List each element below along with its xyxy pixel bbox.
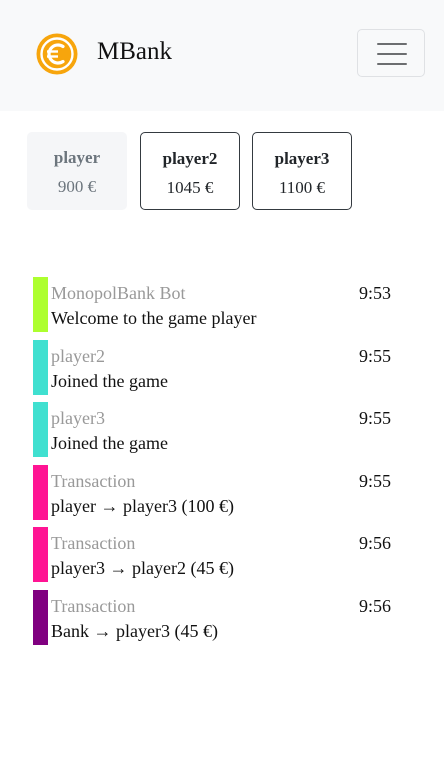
message-color-stripe	[33, 402, 48, 457]
message-color-stripe	[33, 589, 48, 645]
message-item: Transaction player → player3 (100 €) 9:5…	[33, 464, 413, 520]
message-item: player2 Joined the game 9:55	[33, 339, 413, 395]
message-text: Bank → player3 (45 €)	[51, 620, 218, 641]
message-feed: MonopolBank Bot Welcome to the game play…	[33, 277, 413, 652]
menu-toggle-button[interactable]	[357, 29, 425, 77]
player-card-player2[interactable]: player2 1045 €	[140, 132, 240, 210]
player-card-player3[interactable]: player3 1100 €	[252, 132, 352, 210]
player-balance: 900 €	[57, 177, 97, 196]
message-color-stripe	[33, 339, 48, 395]
navbar: MBank	[0, 0, 444, 111]
message-text: Joined the game	[51, 370, 168, 391]
message-sender: MonopolBank Bot	[51, 283, 186, 303]
message-text: player3 → player2 (45 €)	[51, 558, 234, 578]
message-item: Transaction Bank → player3 (45 €) 9:56	[33, 589, 413, 645]
message-text: Welcome to the game player	[51, 308, 257, 328]
message-item: MonopolBank Bot Welcome to the game play…	[33, 277, 413, 332]
message-sender: player2	[51, 345, 105, 366]
message-color-stripe	[33, 277, 48, 332]
message-time: 9:55	[359, 345, 392, 366]
message-time: 9:55	[359, 408, 392, 428]
message-sender: Transaction	[51, 533, 136, 553]
message-time: 9:56	[359, 595, 392, 616]
player-balance: 1045 €	[166, 178, 214, 197]
message-time: 9:56	[359, 533, 392, 553]
message-color-stripe	[33, 527, 48, 582]
message-item: player3 Joined the game 9:55	[33, 402, 413, 457]
brand-name[interactable]: MBank	[97, 35, 172, 69]
message-text: Joined the game	[51, 433, 168, 453]
player-name: player2	[162, 149, 218, 168]
message-item: Transaction player3 → player2 (45 €) 9:5…	[33, 527, 413, 582]
player-name: player3	[274, 149, 330, 168]
message-time: 9:53	[359, 283, 392, 303]
message-time: 9:55	[359, 470, 392, 491]
euro-coin-icon[interactable]	[36, 33, 78, 75]
message-sender: player3	[51, 408, 105, 428]
player-card-current: player 900 €	[27, 132, 127, 210]
message-sender: Transaction	[51, 595, 136, 616]
player-name: player	[53, 148, 101, 167]
player-balance: 1100 €	[278, 178, 326, 197]
message-text: player → player3 (100 €)	[51, 495, 234, 516]
message-color-stripe	[33, 464, 48, 520]
message-sender: Transaction	[51, 470, 136, 491]
